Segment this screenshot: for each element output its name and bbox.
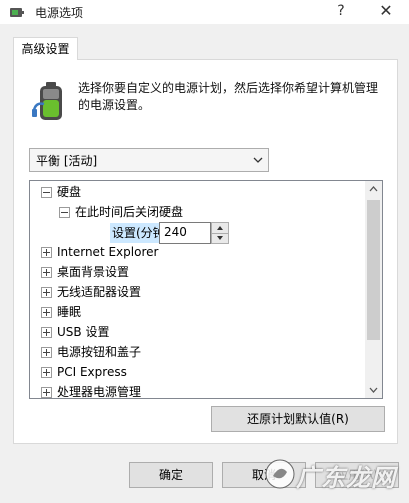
- tree-item-power-buttons-lid[interactable]: 电源按钮和盖子: [30, 342, 360, 362]
- tree-item-label: USB 设置: [57, 325, 110, 339]
- scroll-up-icon[interactable]: [365, 181, 382, 198]
- tree-item-label: 电源按钮和盖子: [57, 345, 142, 359]
- expand-icon[interactable]: [41, 307, 52, 318]
- minutes-value: 240: [164, 225, 187, 239]
- expand-icon[interactable]: [41, 267, 52, 278]
- tab-advanced-settings[interactable]: 高级设置: [13, 37, 78, 60]
- minutes-input[interactable]: 240: [159, 222, 211, 244]
- expand-icon[interactable]: [41, 287, 52, 298]
- tree-item-label: 硬盘: [57, 185, 82, 199]
- scroll-down-icon[interactable]: [365, 381, 382, 398]
- watermark-logo-icon: [265, 459, 295, 489]
- vertical-scrollbar[interactable]: [365, 181, 382, 398]
- tree-item-label: Internet Explorer: [57, 245, 159, 259]
- collapse-icon[interactable]: [41, 187, 52, 198]
- tree-item-label: PCI Express: [57, 365, 127, 379]
- battery-plug-icon: [32, 82, 62, 120]
- chevron-down-icon: [253, 157, 263, 163]
- collapse-icon[interactable]: [59, 207, 70, 218]
- scrollbar-thumb[interactable]: [367, 200, 380, 340]
- expand-icon[interactable]: [41, 387, 52, 398]
- tree-item-pci-express[interactable]: PCI Express: [30, 362, 360, 382]
- power-plan-dropdown[interactable]: 平衡 [活动]: [29, 148, 269, 172]
- tree-item-label: 处理器电源管理: [57, 385, 142, 399]
- tree-item-sleep[interactable]: 睡眠: [30, 302, 360, 322]
- close-button[interactable]: ✕: [377, 1, 395, 21]
- description-text: 选择你要自定义的电源计划，然后选择你希望计算机管理的电源设置。: [78, 81, 379, 112]
- tree-item-label: 在此时间后关闭硬盘: [75, 205, 184, 219]
- tree-item-label: 桌面背景设置: [57, 265, 130, 279]
- expand-icon[interactable]: [41, 367, 52, 378]
- expand-icon[interactable]: [41, 327, 52, 338]
- tree-item-wireless-adapter[interactable]: 无线适配器设置: [30, 282, 360, 302]
- tree-item-usb[interactable]: USB 设置: [30, 322, 360, 342]
- tree-item-label: 睡眠: [57, 305, 82, 319]
- tree-item-desktop-background[interactable]: 桌面背景设置: [30, 262, 360, 282]
- dropdown-selected-value: 平衡 [活动]: [36, 154, 98, 168]
- tree-item-processor-power[interactable]: 处理器电源管理: [30, 382, 360, 399]
- help-button[interactable]: ?: [333, 1, 349, 21]
- expand-icon[interactable]: [41, 247, 52, 258]
- minutes-stepper[interactable]: [211, 222, 229, 244]
- expand-icon[interactable]: [41, 347, 52, 358]
- tree-item-turn-off-disk-after[interactable]: 在此时间后关闭硬盘: [30, 202, 360, 222]
- watermark: 广东龙网: [262, 456, 406, 494]
- tree-item-internet-explorer[interactable]: Internet Explorer: [30, 242, 360, 262]
- tree-item-hard-disk[interactable]: 硬盘: [30, 182, 360, 202]
- tree-item-label: 无线适配器设置: [57, 285, 142, 299]
- ok-button[interactable]: 确定: [129, 462, 213, 488]
- power-options-icon: [10, 8, 24, 17]
- window-title: 电源选项: [35, 6, 84, 20]
- watermark-text: 广东龙网: [296, 464, 396, 492]
- title-bar: 电源选项 ? ✕: [0, 0, 409, 24]
- settings-tree[interactable]: 硬盘 在此时间后关闭硬盘 设置(分钟): 240 Internet Explor…: [29, 180, 383, 399]
- restore-defaults-button[interactable]: 还原计划默认值(R): [211, 406, 385, 432]
